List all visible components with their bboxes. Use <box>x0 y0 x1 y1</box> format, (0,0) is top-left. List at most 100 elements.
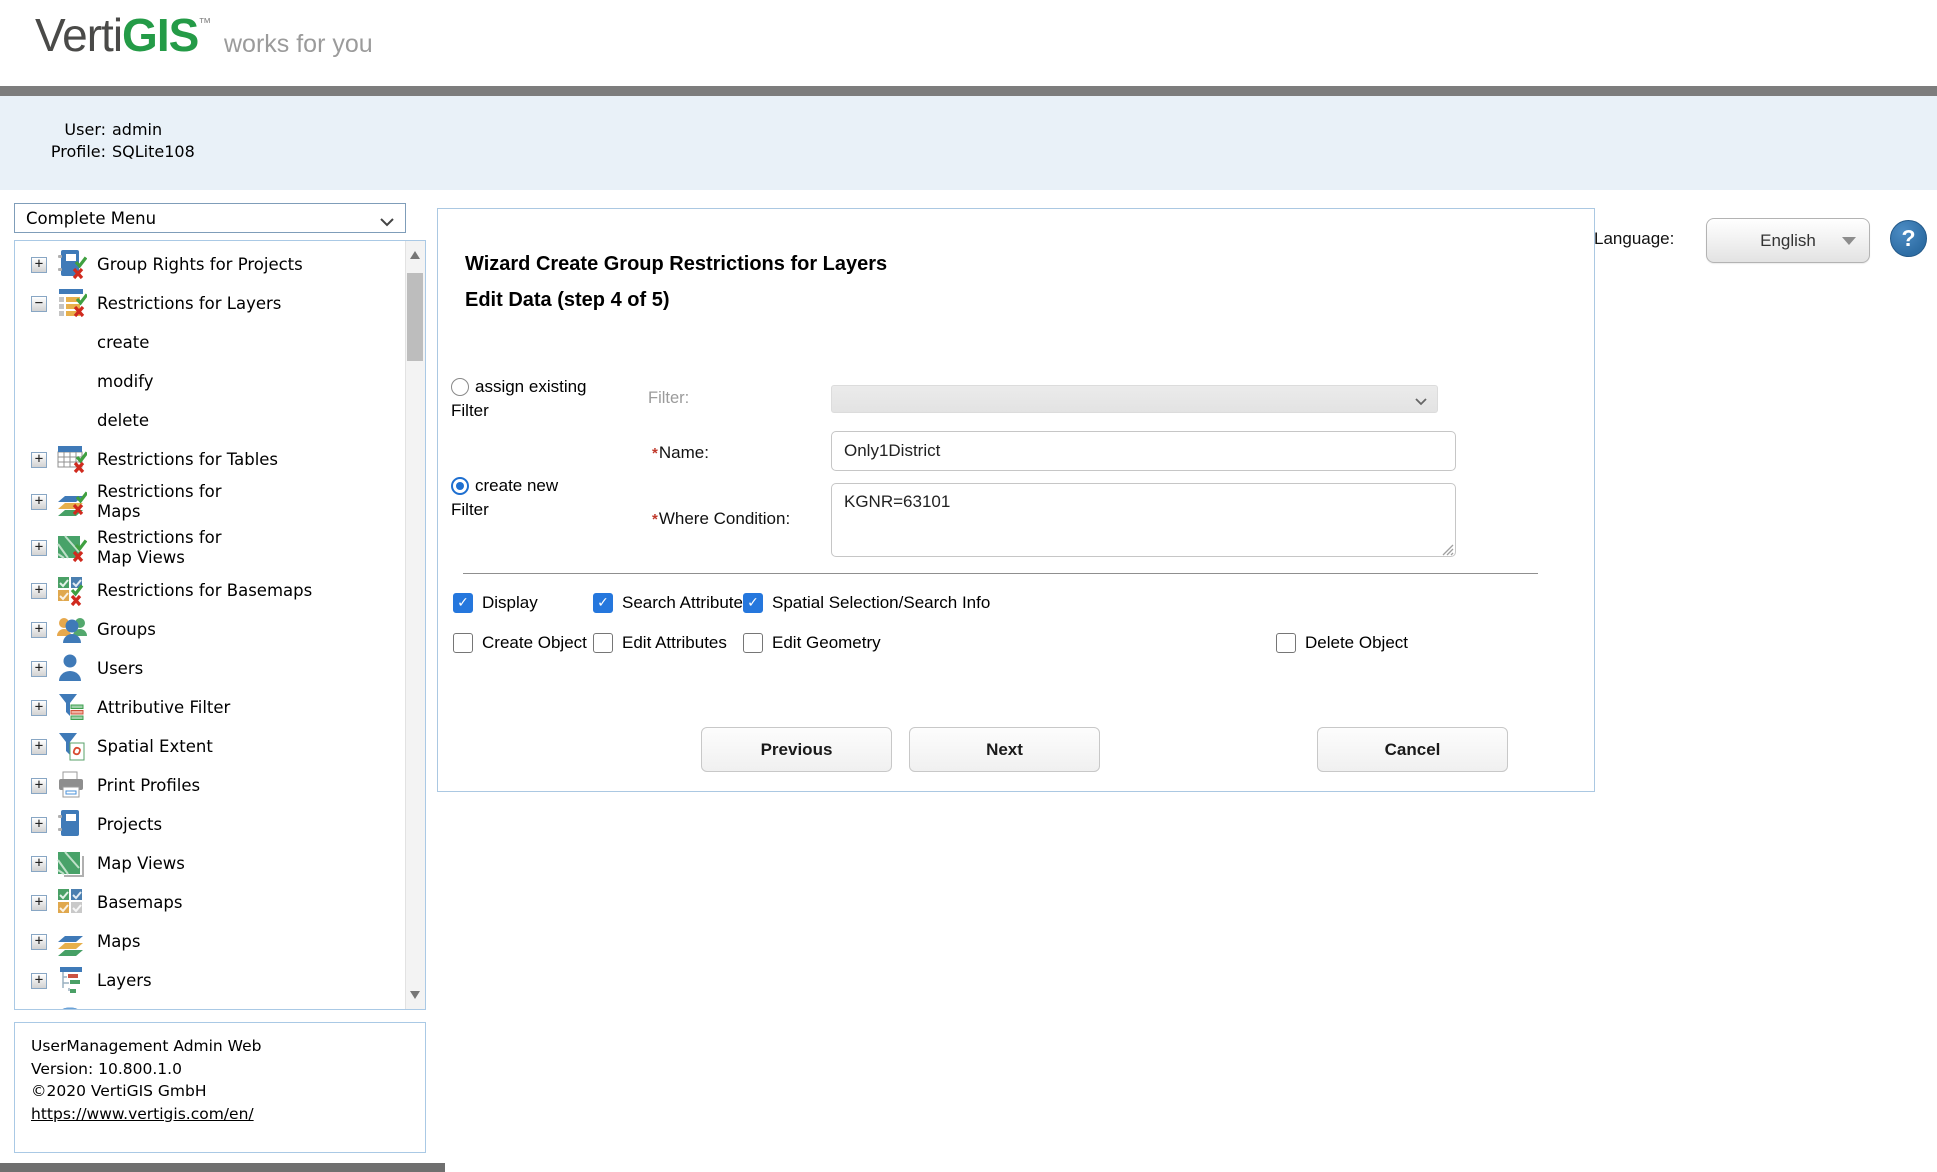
tree-item[interactable]: − Restrictions for Layers <box>15 284 403 323</box>
tree-item[interactable]: + Restrictions for Basemaps <box>15 571 403 610</box>
tree-item[interactable]: + Map Views <box>15 844 403 883</box>
logo-tagline: works for you <box>224 30 373 59</box>
tree-item[interactable]: + Groups <box>15 610 403 649</box>
tree-item[interactable]: + Maps <box>15 922 403 961</box>
expand-icon[interactable]: + <box>31 257 47 273</box>
about-copyright: ©2020 VertiGIS GmbH <box>31 1080 425 1103</box>
tree-item[interactable]: + Restrictions for Tables <box>15 440 403 479</box>
scrollbar-thumb[interactable] <box>407 273 423 361</box>
tree-item-label[interactable]: Restrictions for Tables <box>97 450 278 470</box>
vertigis-website-link[interactable]: https://www.vertigis.com/en/ <box>31 1105 254 1123</box>
permission-create-object[interactable]: Create Object <box>453 633 587 653</box>
tree-scrollbar[interactable] <box>405 241 425 1009</box>
filter-dropdown[interactable] <box>831 385 1438 413</box>
checkbox-unchecked-icon[interactable] <box>1276 633 1296 653</box>
tree-item-label[interactable]: Projects <box>97 815 162 835</box>
radio-assign-label: assign existing Filter <box>451 377 587 420</box>
checkbox-unchecked-icon[interactable] <box>593 633 613 653</box>
permission-display[interactable]: ✓ Display <box>453 593 538 613</box>
tree-item-label[interactable]: Groups <box>97 620 156 640</box>
tree-item[interactable]: + Layers <box>15 961 403 1000</box>
expand-icon[interactable]: + <box>31 895 47 911</box>
tree-item[interactable]: + Projects <box>15 805 403 844</box>
tree-item-label[interactable]: Maps <box>97 932 140 952</box>
tree-item[interactable]: delete <box>15 401 403 440</box>
print-profiles-icon <box>55 769 87 803</box>
where-condition-field[interactable]: KGNR=63101 <box>831 483 1456 557</box>
filter-label: Filter: <box>648 389 689 408</box>
tree-item-label[interactable]: Map Views <box>97 854 185 874</box>
scroll-down-icon[interactable] <box>410 991 420 999</box>
tree-item-label[interactable]: Group Rights for Projects <box>97 255 303 275</box>
tree-item-label[interactable]: create <box>97 333 149 353</box>
scroll-up-icon[interactable] <box>410 251 420 259</box>
radio-create-new-filter[interactable]: create new Filter <box>451 474 591 522</box>
tree-item[interactable]: create <box>15 323 403 362</box>
checkbox-unchecked-icon[interactable] <box>453 633 473 653</box>
expand-icon[interactable]: + <box>31 661 47 677</box>
previous-button[interactable]: Previous <box>701 727 892 772</box>
name-field[interactable] <box>831 431 1456 471</box>
checkbox-checked-icon[interactable]: ✓ <box>453 593 473 613</box>
tree-item[interactable]: + Users <box>15 649 403 688</box>
tree-item[interactable]: + Attributive Filter <box>15 688 403 727</box>
radio-assign-existing-filter[interactable]: assign existing Filter <box>451 375 611 423</box>
tree-item[interactable]: + Restrictions for Map Views <box>15 525 403 571</box>
permission-spatial-selection-search-info[interactable]: ✓Spatial Selection/Search Info <box>743 593 990 613</box>
expand-icon[interactable]: + <box>31 622 47 638</box>
tree-item-label[interactable]: Basemaps <box>97 893 182 913</box>
expand-icon[interactable]: + <box>31 817 47 833</box>
tree-item-label[interactable]: Restrictions for Layers <box>97 294 281 314</box>
language-select[interactable]: English <box>1706 218 1870 263</box>
expand-icon[interactable]: + <box>31 452 47 468</box>
permission-delete-object[interactable]: Delete Object <box>1276 633 1408 653</box>
help-icon[interactable]: ? <box>1890 220 1927 257</box>
expand-icon[interactable]: + <box>31 700 47 716</box>
tree-item-label[interactable]: modify <box>97 372 154 392</box>
sidebar-tree: + Group Rights for Projects − Restrictions … <box>15 245 403 1010</box>
tree-item-label[interactable]: Layers <box>97 971 152 991</box>
tree-item-label[interactable]: Restrictions for Basemaps <box>97 581 312 601</box>
permission-edit-attributes[interactable]: Edit Attributes <box>593 633 727 653</box>
tree-item[interactable]: + Print Profiles <box>15 766 403 805</box>
cancel-button[interactable]: Cancel <box>1317 727 1508 772</box>
tree-item-label[interactable]: Spatial Extent <box>97 737 213 757</box>
tree-item[interactable]: + Group Rights for Projects <box>15 245 403 284</box>
collapse-icon[interactable]: − <box>31 296 47 312</box>
radio-checked-icon[interactable] <box>451 477 469 495</box>
tree-item[interactable]: modify <box>15 362 403 401</box>
radio-unchecked-icon[interactable] <box>451 378 469 396</box>
permission-search-attributes[interactable]: ✓Search Attributes <box>593 593 751 613</box>
permission-edit-geometry[interactable]: Edit Geometry <box>743 633 881 653</box>
basemaps-icon <box>55 886 87 920</box>
expand-icon[interactable]: + <box>31 739 47 755</box>
checkbox-unchecked-icon[interactable] <box>743 633 763 653</box>
tree-item[interactable]: + Spatial Extent <box>15 727 403 766</box>
tree-item-label[interactable]: Users <box>97 659 143 679</box>
tree-item[interactable]: + Basemaps <box>15 883 403 922</box>
spatial-extent-icon <box>55 730 87 764</box>
expand-icon[interactable]: + <box>31 856 47 872</box>
menu-mode-select[interactable]: Complete Menu <box>14 203 406 233</box>
expand-icon[interactable]: + <box>31 973 47 989</box>
tree-item-label[interactable]: delete <box>97 411 149 431</box>
expand-icon[interactable]: + <box>31 778 47 794</box>
checkbox-checked-icon[interactable]: ✓ <box>743 593 763 613</box>
tree-item-label[interactable]: Restrictions for Maps <box>97 482 247 522</box>
profile-label: Profile: <box>28 141 106 163</box>
expand-icon[interactable]: + <box>31 934 47 950</box>
permission-label: Display <box>482 593 538 613</box>
tree-item-label[interactable]: Restrictions for Map Views <box>97 528 247 568</box>
tree-item-label[interactable]: Data Sources <box>97 1010 207 1011</box>
expand-icon[interactable]: + <box>31 494 47 510</box>
tree-item[interactable]: + Restrictions for Maps <box>15 479 403 525</box>
tree-item-label[interactable]: Print Profiles <box>97 776 200 796</box>
required-asterisk: * <box>652 511 658 528</box>
tree-item[interactable]: +Data Sources <box>15 1000 403 1010</box>
checkbox-checked-icon[interactable]: ✓ <box>593 593 613 613</box>
expand-icon[interactable]: + <box>31 583 47 599</box>
next-button[interactable]: Next <box>909 727 1100 772</box>
tree-item-label[interactable]: Attributive Filter <box>97 698 230 718</box>
footer-bar <box>0 1163 445 1172</box>
expand-icon[interactable]: + <box>31 540 47 556</box>
